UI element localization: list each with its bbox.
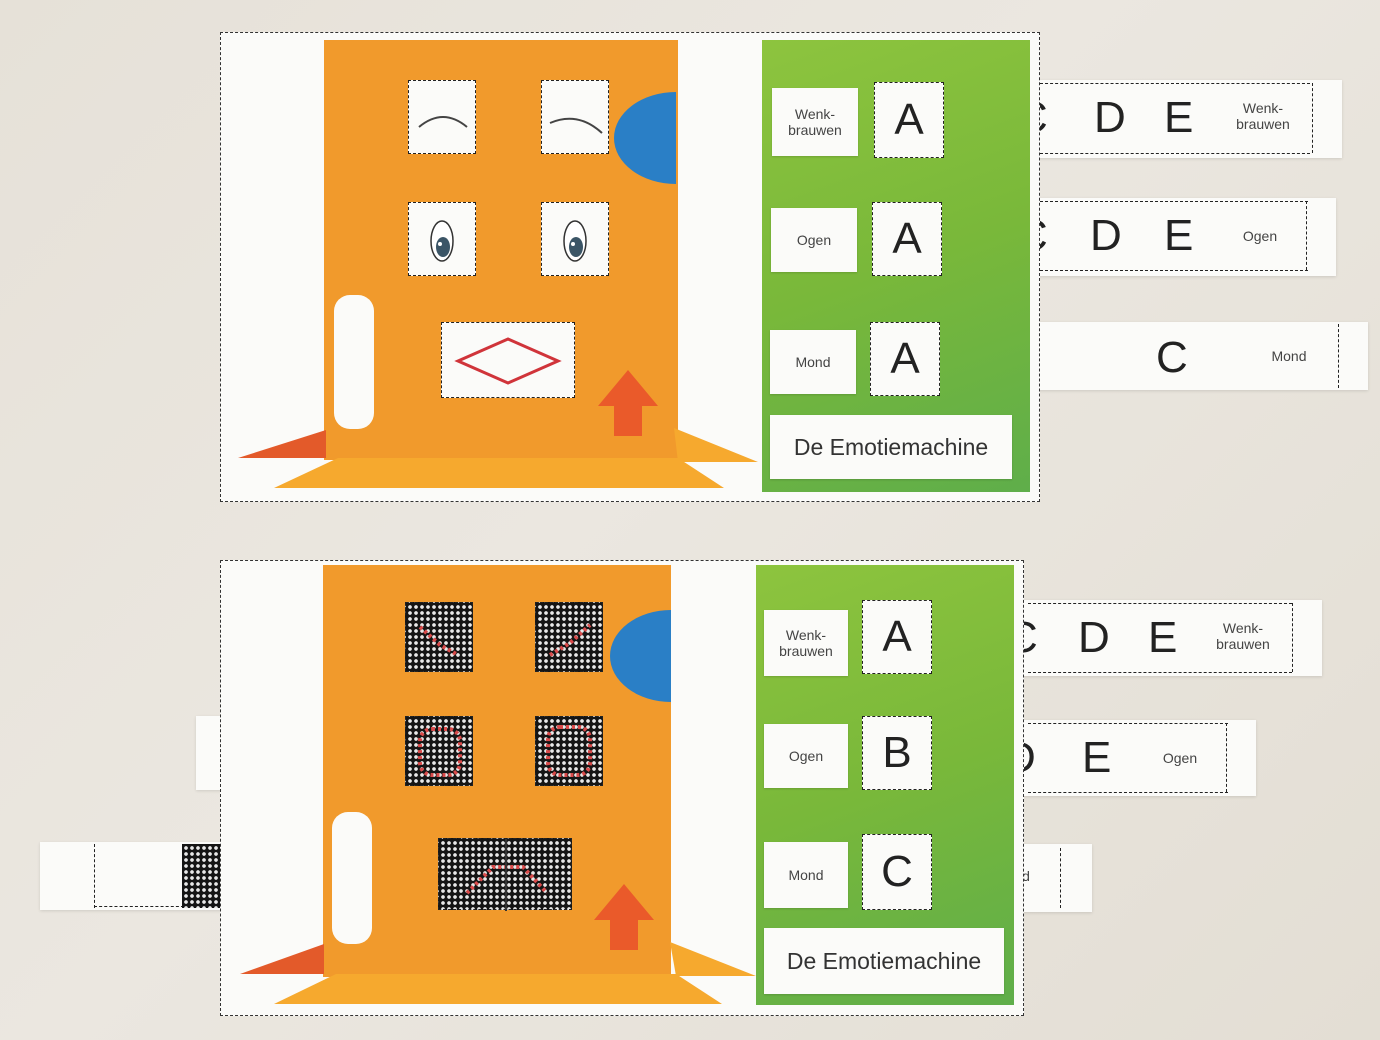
strip-letter: D <box>1090 211 1122 260</box>
eye-icon <box>563 220 587 262</box>
led-eye-icon <box>418 727 462 777</box>
strip-label: Ogen <box>1242 228 1278 244</box>
eyebrow-led-right <box>535 602 603 672</box>
floor-top <box>238 428 758 488</box>
eye-window-left <box>408 202 476 276</box>
strip-eyes-bottom[interactable]: D E Ogen <box>1004 720 1256 796</box>
door-top <box>334 295 374 429</box>
strip-letter: C <box>1156 333 1188 382</box>
strip-eyebrows-top[interactable]: C D E Wenk- brauwen <box>1016 80 1342 158</box>
strip-eyes-top[interactable]: C D E Ogen <box>1016 198 1336 276</box>
led-eyebrow-icon <box>418 625 459 657</box>
strip-label: Wenk- brauwen <box>1236 100 1290 132</box>
strip-letter: D <box>1078 613 1110 662</box>
label-mouth: Mond <box>770 330 856 394</box>
mouth-letter-window: A <box>870 322 940 396</box>
strip-label: Ogen <box>1162 750 1198 766</box>
eyebrows-letter-window: A <box>874 82 944 158</box>
label-mouth: Mond <box>764 842 848 908</box>
eye-window-right <box>541 202 609 276</box>
eyebrows-letter-window: A <box>862 600 932 674</box>
label-eyebrows: Wenk- brauwen <box>772 88 858 156</box>
strip-label: Mond <box>1271 348 1307 364</box>
strip-mouth-bottom[interactable]: d <box>1020 844 1092 912</box>
label-eyes: Ogen <box>771 208 857 272</box>
mouth-letter-window: C <box>862 834 932 910</box>
floor-bottom <box>240 942 756 1004</box>
strip-mouth-top[interactable]: B C Mond <box>1012 322 1368 390</box>
strip-label: Wenk- brauwen <box>1216 620 1270 652</box>
led-eyebrow-icon <box>548 623 592 657</box>
eyebrow-window-left <box>408 80 476 154</box>
eye-icon <box>430 220 454 262</box>
strip-eyebrows-bottom[interactable]: C D E Wenk- brauwen <box>1006 600 1322 676</box>
eye-led-left <box>405 716 473 786</box>
eyebrow-led-left <box>405 602 473 672</box>
arrow-icon <box>594 884 654 950</box>
label-eyes: Ogen <box>764 724 848 788</box>
arrow-icon <box>598 370 658 436</box>
strip-letter: D <box>1094 93 1126 142</box>
strip-letter: E <box>1082 733 1112 782</box>
eye-led-right <box>535 716 603 786</box>
machine-title: De Emotiemachine <box>764 928 1004 994</box>
eyebrow-icon <box>549 117 603 134</box>
eyes-letter-window: B <box>862 716 932 790</box>
eyebrow-icon <box>418 116 468 128</box>
label-eyebrows: Wenk- brauwen <box>764 610 848 676</box>
strip-mouth-left-end[interactable] <box>40 842 230 910</box>
machine-title: De Emotiemachine <box>770 415 1012 479</box>
mouth-icon <box>454 337 562 385</box>
led-mouth-icon <box>465 839 549 911</box>
mouth-window <box>441 322 575 398</box>
strip-letter: E <box>1164 211 1194 260</box>
eyebrow-window-right <box>541 80 609 154</box>
led-eye-icon <box>546 725 592 777</box>
strip-letter: E <box>1148 613 1178 662</box>
eyes-letter-window: A <box>872 202 942 276</box>
mouth-led <box>438 838 572 911</box>
strip-letter: E <box>1164 93 1194 142</box>
door-bottom <box>332 812 372 944</box>
